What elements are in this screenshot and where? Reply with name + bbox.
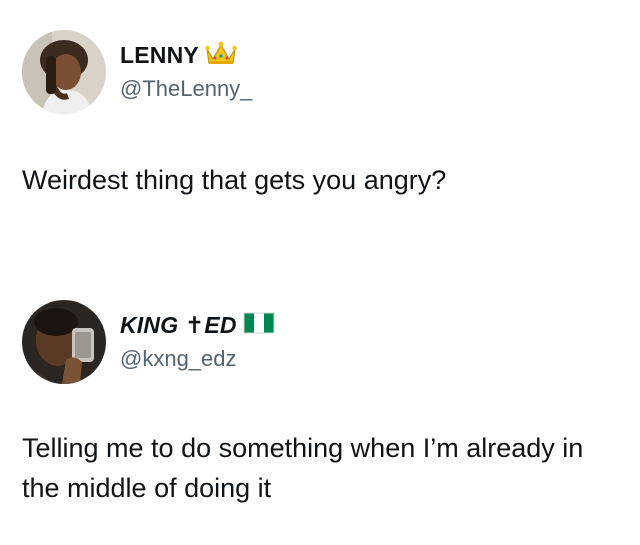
display-name[interactable]: LENNY — [120, 42, 199, 69]
tweet-text: Weirdest thing that gets you angry? — [22, 165, 447, 195]
user-names: KING ✝ED @kxng_edz — [120, 310, 275, 372]
user-handle[interactable]: @TheLenny_ — [120, 76, 252, 102]
name-row: LENNY — [120, 40, 252, 70]
user-names: LENNY @TheLenny_ — [120, 40, 252, 102]
avatar-image — [22, 300, 106, 384]
crown-icon — [205, 39, 237, 72]
tweet-header: KING ✝ED @kxng_edz — [0, 300, 640, 384]
tweet-header: LENNY @TheLenny_ — [0, 30, 640, 114]
tweet-text: Telling me to do something when I’m alre… — [22, 433, 584, 503]
avatar[interactable] — [22, 300, 106, 384]
avatar-image — [22, 30, 106, 114]
nigeria-flag-icon — [243, 312, 275, 339]
tweet-reply[interactable]: KING ✝ED @kxng_edz Telling me to do some… — [0, 300, 640, 503]
user-handle[interactable]: @kxng_edz — [120, 346, 275, 372]
display-name[interactable]: KING ✝ED — [120, 312, 237, 339]
name-row: KING ✝ED — [120, 310, 275, 340]
avatar[interactable] — [22, 30, 106, 114]
tweet-original[interactable]: LENNY @TheLenny_ Weirdest thing that get… — [0, 30, 640, 195]
